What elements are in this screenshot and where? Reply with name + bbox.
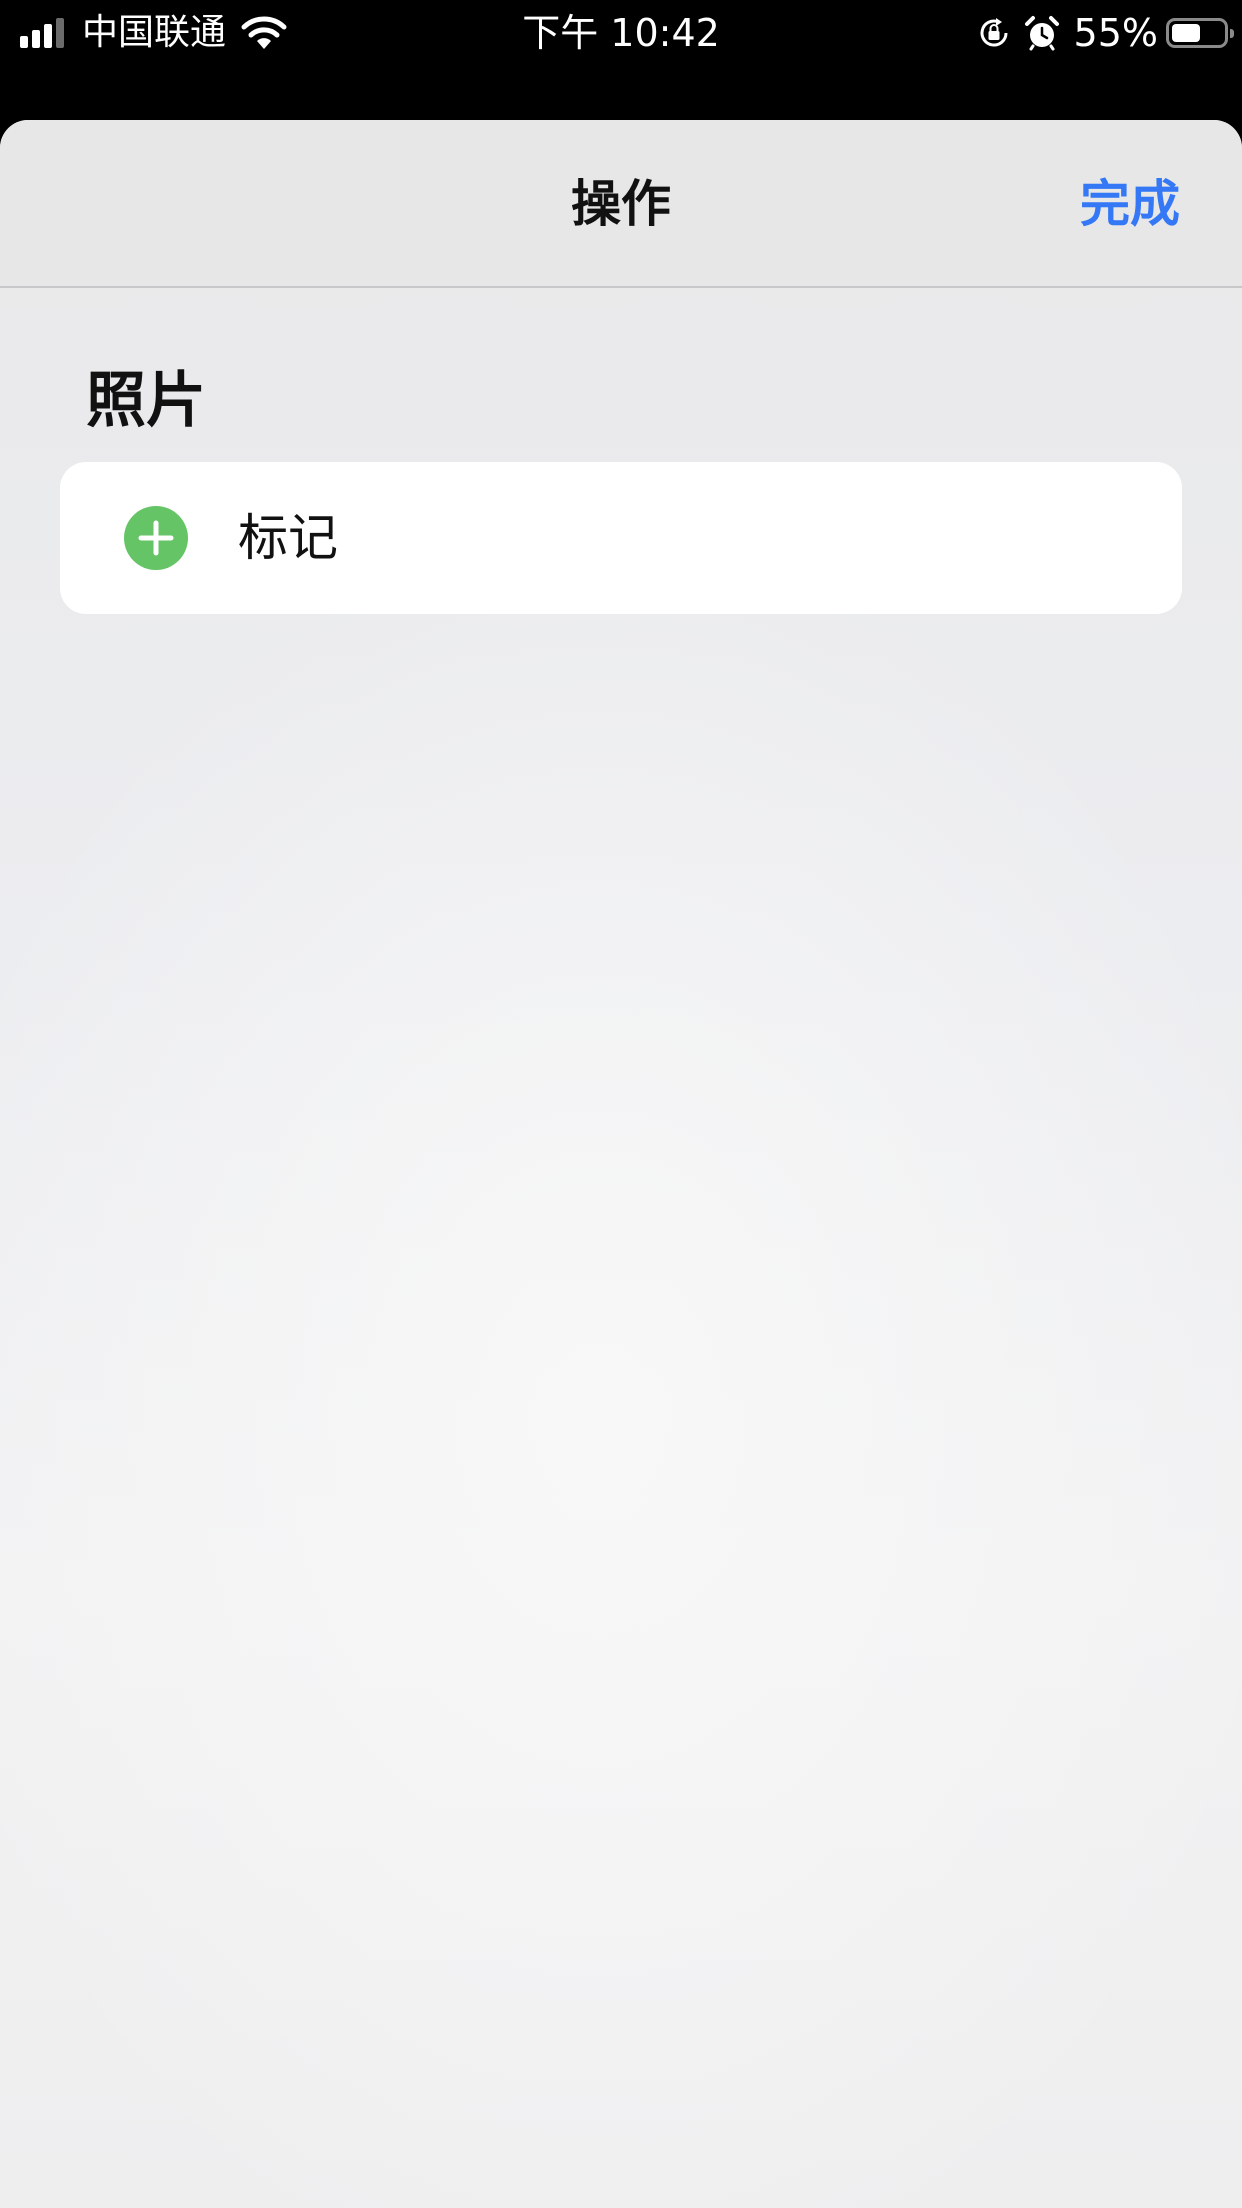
- actions-sheet: 操作 完成 照片 标记: [0, 120, 1242, 2208]
- battery-fill: [1172, 24, 1200, 42]
- add-icon[interactable]: [124, 506, 188, 570]
- battery-nub: [1230, 29, 1234, 38]
- action-row-markup[interactable]: 标记: [60, 462, 1182, 614]
- page-title: 操作: [571, 175, 671, 233]
- rotation-lock-icon: [980, 18, 1008, 47]
- battery-percent: 55%: [1073, 11, 1158, 55]
- status-right: 55%: [976, 8, 1234, 58]
- status-bar: 中国联通 下午 10:42 55%: [0, 0, 1242, 120]
- nav-bar: 操作 完成: [0, 120, 1242, 288]
- alarm-icon: [1024, 16, 1059, 51]
- battery-icon: [1166, 18, 1234, 48]
- photos-action-group: 标记: [60, 462, 1182, 614]
- action-label-markup: 标记: [238, 509, 338, 567]
- section-header-photos: 照片: [86, 366, 206, 436]
- done-button[interactable]: 完成: [1080, 172, 1180, 236]
